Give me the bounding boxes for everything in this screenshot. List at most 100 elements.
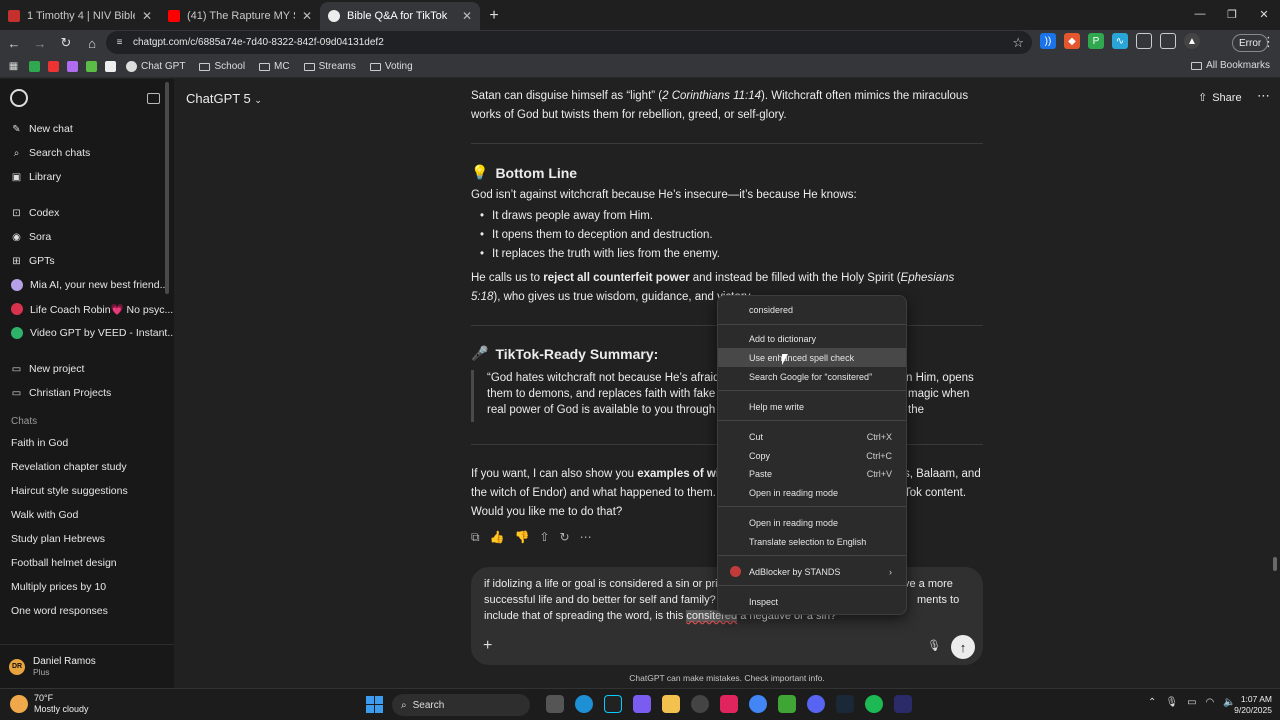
minimize-icon[interactable]: — — [1184, 0, 1216, 28]
sidebar-item-new-chat[interactable]: ✎ New chat — [0, 117, 174, 141]
more-options-icon[interactable]: ⋯ — [1257, 88, 1270, 104]
discord-icon[interactable] — [807, 695, 825, 713]
app-icon[interactable] — [894, 695, 912, 713]
spotify-icon[interactable] — [865, 695, 883, 713]
steam-icon[interactable] — [836, 695, 854, 713]
menu-item-cut[interactable]: Cut Ctrl+X — [718, 427, 906, 446]
sidebar-toggle-icon[interactable] — [147, 92, 160, 104]
bookmark-folder-school[interactable]: School — [199, 61, 245, 72]
chat-history-item[interactable]: Multiply prices by 10 — [0, 575, 174, 599]
bookmark-icon[interactable] — [48, 61, 59, 72]
sidebar-item-codex[interactable]: ⊡ Codex — [0, 201, 174, 225]
chat-history-item[interactable]: Walk with God — [0, 503, 174, 527]
tab-youversion[interactable]: 1 Timothy 4 | NIV Bible | YouVe ✕ — [0, 2, 160, 30]
wifi-icon[interactable]: ◠ — [1206, 697, 1215, 708]
extension-icon[interactable]: ◆ — [1064, 33, 1080, 49]
chevron-up-icon[interactable]: ⌃ — [1148, 697, 1156, 708]
copy-icon[interactable]: ⧉ — [471, 530, 480, 545]
browser-menu-icon[interactable]: ⋮ — [1262, 34, 1275, 50]
microphone-icon[interactable]: 🎙 — [1165, 697, 1178, 708]
taskbar-clock[interactable]: 1:07 AM 9/20/2025 — [1226, 694, 1272, 716]
main-scrollbar[interactable] — [1273, 557, 1277, 571]
bookmark-folder-voting[interactable]: Voting — [369, 61, 413, 72]
app-icon[interactable] — [691, 695, 709, 713]
openai-logo-icon[interactable] — [10, 89, 28, 107]
menu-item-reading-mode[interactable]: Open in reading mode — [718, 483, 906, 502]
home-icon[interactable]: ⌂ — [80, 31, 104, 55]
extension-icon[interactable]: )) — [1040, 33, 1056, 49]
sidebar-item-gpts[interactable]: ⊞ GPTs — [0, 249, 174, 273]
back-icon[interactable]: ← — [2, 31, 26, 55]
more-icon[interactable]: ⋯ — [580, 530, 592, 545]
edge-icon[interactable] — [575, 695, 593, 713]
extension-icon[interactable]: P — [1088, 33, 1104, 49]
share-icon[interactable]: ⇧ — [539, 530, 549, 545]
menu-item-paste[interactable]: Paste Ctrl+V — [718, 464, 906, 483]
thumbs-up-icon[interactable]: 👍 — [490, 530, 505, 545]
user-account-button[interactable]: DR Daniel Ramos Plus — [0, 644, 174, 688]
copilot-icon[interactable] — [633, 695, 651, 713]
menu-item-adblocker[interactable]: AdBlocker by STANDS › — [718, 562, 906, 581]
taskbar-search[interactable]: ⌕ Search — [392, 694, 530, 716]
profile-avatar-icon[interactable]: ▲ — [1184, 33, 1200, 49]
tab-chatgpt[interactable]: Bible Q&A for TikTok ✕ — [320, 2, 480, 30]
side-panel-icon[interactable] — [1160, 33, 1176, 49]
bookmark-folder-streams[interactable]: Streams — [303, 61, 356, 72]
chat-history-item[interactable]: Haircut style suggestions — [0, 479, 174, 503]
menu-item-translate[interactable]: Translate selection to English — [718, 532, 906, 551]
microphone-icon[interactable]: 🎙 — [927, 639, 941, 652]
attach-plus-icon[interactable]: + — [483, 637, 492, 655]
task-view-icon[interactable] — [546, 695, 564, 713]
regenerate-icon[interactable]: ↻ — [560, 530, 570, 545]
extensions-puzzle-icon[interactable] — [1136, 33, 1152, 49]
sidebar-gpt-life-coach[interactable]: Life Coach Robin💗 No psyc... — [0, 297, 174, 321]
forward-icon[interactable]: → — [28, 31, 52, 55]
address-bar[interactable]: ≡ chatgpt.com/c/6885a74e-7d40-8322-842f-… — [106, 31, 1032, 54]
minecraft-icon[interactable] — [778, 695, 796, 713]
new-tab-button[interactable]: + — [480, 2, 508, 30]
file-explorer-icon[interactable] — [662, 695, 680, 713]
spelling-suggestion[interactable]: considered — [718, 300, 906, 319]
all-bookmarks-button[interactable]: All Bookmarks — [1191, 60, 1270, 71]
extension-icon[interactable]: ∿ — [1112, 33, 1128, 49]
sidebar-item-library[interactable]: ▣ Library — [0, 165, 174, 189]
chrome-icon[interactable] — [749, 695, 767, 713]
bookmark-chatgpt[interactable]: Chat GPT — [126, 61, 185, 72]
chat-history-item[interactable]: Study plan Hebrews — [0, 527, 174, 551]
send-button[interactable]: ↑ — [951, 635, 975, 659]
reload-icon[interactable]: ↻ — [54, 31, 78, 55]
sidebar-item-new-project[interactable]: ▭ New project — [0, 357, 174, 381]
menu-item-enhanced-spell-check[interactable]: Use enhanced spell check — [718, 348, 906, 367]
sidebar-item-sora[interactable]: ◉ Sora — [0, 225, 174, 249]
chat-history-item[interactable]: Faith in God — [0, 431, 174, 455]
chat-history-item[interactable]: Football helmet design — [0, 551, 174, 575]
model-selector[interactable]: ChatGPT 5 ⌄ — [186, 91, 262, 106]
close-icon[interactable]: ✕ — [302, 9, 312, 23]
menu-item-add-to-dictionary[interactable]: Add to dictionary — [718, 329, 906, 348]
tab-youtube[interactable]: (41) The Rapture MY Sheep he ✕ — [160, 2, 320, 30]
sidebar-item-christian-projects[interactable]: ▭ Christian Projects — [0, 381, 174, 405]
display-icon[interactable]: ▭ — [1187, 697, 1196, 708]
sidebar-gpt-mia[interactable]: Mia AI, your new best friend... — [0, 273, 174, 297]
bookmark-icon[interactable] — [29, 61, 40, 72]
close-icon[interactable]: ✕ — [462, 9, 472, 23]
menu-item-reading-mode[interactable]: Open in reading mode — [718, 513, 906, 532]
tiktok-icon[interactable] — [720, 695, 738, 713]
site-info-icon[interactable]: ≡ — [114, 37, 125, 48]
share-button[interactable]: ⇧ Share — [1198, 91, 1242, 105]
maximize-icon[interactable]: ❐ — [1216, 0, 1248, 28]
menu-item-copy[interactable]: Copy Ctrl+C — [718, 446, 906, 465]
apps-grid-icon[interactable]: ▦ — [8, 61, 19, 72]
chat-history-item[interactable]: Revelation chapter study — [0, 455, 174, 479]
bookmark-folder-mc[interactable]: MC — [259, 61, 290, 72]
close-icon[interactable]: ✕ — [142, 9, 152, 23]
windows-start-icon[interactable] — [366, 696, 383, 713]
bookmark-icon[interactable] — [105, 61, 116, 72]
sidebar-item-search-chats[interactable]: ⌕ Search chats — [0, 141, 174, 165]
sidebar-gpt-veed[interactable]: Video GPT by VEED - Instant... — [0, 321, 174, 345]
chat-history-item[interactable]: One word responses — [0, 599, 174, 623]
sidebar-scrollbar[interactable] — [165, 82, 169, 294]
close-window-icon[interactable]: ✕ — [1248, 0, 1280, 28]
weather-widget[interactable]: 70°F Mostly cloudy — [10, 693, 89, 715]
thumbs-down-icon[interactable]: 👎 — [515, 530, 530, 545]
